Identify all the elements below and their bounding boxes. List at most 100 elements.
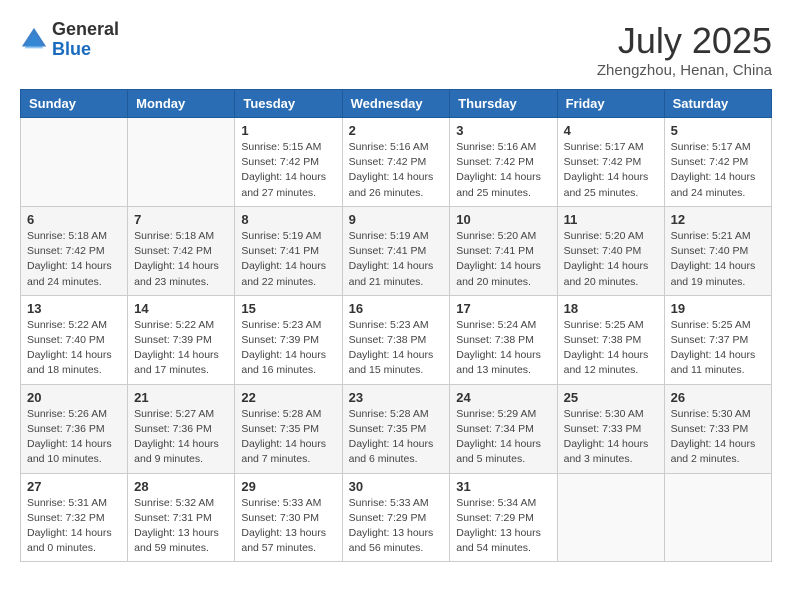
calendar-cell: 31Sunrise: 5:34 AMSunset: 7:29 PMDayligh… <box>450 473 557 562</box>
day-info: Sunrise: 5:17 AMSunset: 7:42 PMDaylight:… <box>564 140 658 201</box>
day-info: Sunrise: 5:28 AMSunset: 7:35 PMDaylight:… <box>241 407 335 468</box>
calendar-cell <box>21 118 128 207</box>
day-number: 5 <box>671 123 765 138</box>
day-info: Sunrise: 5:19 AMSunset: 7:41 PMDaylight:… <box>349 229 444 290</box>
day-info: Sunrise: 5:15 AMSunset: 7:42 PMDaylight:… <box>241 140 335 201</box>
day-number: 4 <box>564 123 658 138</box>
calendar-cell: 29 Sunrise: 5:33 AMSunset: 7:30 PMDayligh… <box>235 473 342 562</box>
day-number: 10 <box>456 212 550 227</box>
weekday-header-row: SundayMondayTuesdayWednesdayThursdayFrid… <box>21 90 772 118</box>
day-number: 22 <box>241 390 335 405</box>
calendar-cell: 24Sunrise: 5:29 AMSunset: 7:34 PMDayligh… <box>450 384 557 473</box>
calendar-cell: 27 Sunrise: 5:31 AMSunset: 7:32 PMDayligh… <box>21 473 128 562</box>
calendar-cell: 23 Sunrise: 5:28 AMSunset: 7:35 PMDayligh… <box>342 384 450 473</box>
day-number: 13 <box>27 301 121 316</box>
calendar-cell: 18 Sunrise: 5:25 AMSunset: 7:38 PMDayligh… <box>557 295 664 384</box>
logo-blue-text: Blue <box>52 40 119 60</box>
day-info: Sunrise: 5:28 AMSunset: 7:35 PMDaylight:… <box>349 407 444 468</box>
calendar-cell: 21Sunrise: 5:27 AMSunset: 7:36 PMDayligh… <box>128 384 235 473</box>
day-info: Sunrise: 5:33 AMSunset: 7:30 PMDaylight:… <box>241 496 335 557</box>
day-number: 23 <box>349 390 444 405</box>
calendar-cell: 2 Sunrise: 5:16 AMSunset: 7:42 PMDaylight… <box>342 118 450 207</box>
title-block: July 2025 Zhengzhou, Henan, China <box>597 20 772 79</box>
calendar-cell: 4 Sunrise: 5:17 AMSunset: 7:42 PMDaylight… <box>557 118 664 207</box>
day-info: Sunrise: 5:31 AMSunset: 7:32 PMDaylight:… <box>27 496 121 557</box>
week-row-3: 13 Sunrise: 5:22 AMSunset: 7:40 PMDayligh… <box>21 295 772 384</box>
calendar-cell: 8 Sunrise: 5:19 AMSunset: 7:41 PMDaylight… <box>235 206 342 295</box>
day-info: Sunrise: 5:30 AMSunset: 7:33 PMDaylight:… <box>564 407 658 468</box>
calendar-cell: 3Sunrise: 5:16 AMSunset: 7:42 PMDaylight… <box>450 118 557 207</box>
day-number: 3 <box>456 123 550 138</box>
day-info: Sunrise: 5:24 AMSunset: 7:38 PMDaylight:… <box>456 318 550 379</box>
calendar-cell: 16 Sunrise: 5:23 AMSunset: 7:38 PMDayligh… <box>342 295 450 384</box>
calendar-cell <box>128 118 235 207</box>
day-info: Sunrise: 5:18 AMSunset: 7:42 PMDaylight:… <box>27 229 121 290</box>
day-info: Sunrise: 5:20 AMSunset: 7:40 PMDaylight:… <box>564 229 658 290</box>
day-number: 28 <box>134 479 228 494</box>
day-info: Sunrise: 5:23 AMSunset: 7:39 PMDaylight:… <box>241 318 335 379</box>
calendar-cell: 20Sunrise: 5:26 AMSunset: 7:36 PMDayligh… <box>21 384 128 473</box>
day-info: Sunrise: 5:30 AMSunset: 7:33 PMDaylight:… <box>671 407 765 468</box>
month-title: July 2025 <box>597 20 772 62</box>
calendar-cell: 25 Sunrise: 5:30 AMSunset: 7:33 PMDayligh… <box>557 384 664 473</box>
calendar-table: SundayMondayTuesdayWednesdayThursdayFrid… <box>20 89 772 562</box>
day-info: Sunrise: 5:21 AMSunset: 7:40 PMDaylight:… <box>671 229 765 290</box>
day-number: 31 <box>456 479 550 494</box>
logo: General Blue <box>20 20 119 60</box>
day-info: Sunrise: 5:22 AMSunset: 7:40 PMDaylight:… <box>27 318 121 379</box>
day-info: Sunrise: 5:32 AMSunset: 7:31 PMDaylight:… <box>134 496 228 557</box>
calendar-cell: 1 Sunrise: 5:15 AMSunset: 7:42 PMDaylight… <box>235 118 342 207</box>
week-row-2: 6 Sunrise: 5:18 AMSunset: 7:42 PMDaylight… <box>21 206 772 295</box>
calendar-cell: 13 Sunrise: 5:22 AMSunset: 7:40 PMDayligh… <box>21 295 128 384</box>
day-info: Sunrise: 5:16 AMSunset: 7:42 PMDaylight:… <box>349 140 444 201</box>
day-number: 16 <box>349 301 444 316</box>
day-info: Sunrise: 5:29 AMSunset: 7:34 PMDaylight:… <box>456 407 550 468</box>
weekday-header-saturday: Saturday <box>664 90 771 118</box>
day-info: Sunrise: 5:19 AMSunset: 7:41 PMDaylight:… <box>241 229 335 290</box>
calendar-cell: 19 Sunrise: 5:25 AMSunset: 7:37 PMDayligh… <box>664 295 771 384</box>
day-number: 18 <box>564 301 658 316</box>
day-number: 12 <box>671 212 765 227</box>
day-info: Sunrise: 5:25 AMSunset: 7:37 PMDaylight:… <box>671 318 765 379</box>
logo-icon <box>20 26 48 54</box>
weekday-header-tuesday: Tuesday <box>235 90 342 118</box>
calendar-cell: 22 Sunrise: 5:28 AMSunset: 7:35 PMDayligh… <box>235 384 342 473</box>
calendar-cell: 9Sunrise: 5:19 AMSunset: 7:41 PMDaylight… <box>342 206 450 295</box>
calendar-cell: 11 Sunrise: 5:20 AMSunset: 7:40 PMDayligh… <box>557 206 664 295</box>
day-number: 15 <box>241 301 335 316</box>
day-number: 1 <box>241 123 335 138</box>
day-number: 29 <box>241 479 335 494</box>
calendar-cell: 12 Sunrise: 5:21 AMSunset: 7:40 PMDayligh… <box>664 206 771 295</box>
day-number: 27 <box>27 479 121 494</box>
day-number: 20 <box>27 390 121 405</box>
calendar-cell: 5Sunrise: 5:17 AMSunset: 7:42 PMDaylight… <box>664 118 771 207</box>
day-number: 21 <box>134 390 228 405</box>
day-number: 6 <box>27 212 121 227</box>
day-number: 2 <box>349 123 444 138</box>
calendar-cell: 10 Sunrise: 5:20 AMSunset: 7:41 PMDayligh… <box>450 206 557 295</box>
day-number: 25 <box>564 390 658 405</box>
weekday-header-friday: Friday <box>557 90 664 118</box>
day-number: 11 <box>564 212 658 227</box>
day-number: 19 <box>671 301 765 316</box>
day-info: Sunrise: 5:20 AMSunset: 7:41 PMDaylight:… <box>456 229 550 290</box>
page-header: General Blue July 2025 Zhengzhou, Henan,… <box>20 20 772 79</box>
day-number: 7 <box>134 212 228 227</box>
calendar-cell: 28 Sunrise: 5:32 AMSunset: 7:31 PMDayligh… <box>128 473 235 562</box>
calendar-cell: 26 Sunrise: 5:30 AMSunset: 7:33 PMDayligh… <box>664 384 771 473</box>
day-info: Sunrise: 5:23 AMSunset: 7:38 PMDaylight:… <box>349 318 444 379</box>
week-row-4: 20Sunrise: 5:26 AMSunset: 7:36 PMDayligh… <box>21 384 772 473</box>
week-row-1: 1 Sunrise: 5:15 AMSunset: 7:42 PMDaylight… <box>21 118 772 207</box>
weekday-header-thursday: Thursday <box>450 90 557 118</box>
day-number: 17 <box>456 301 550 316</box>
location-text: Zhengzhou, Henan, China <box>597 62 772 79</box>
day-number: 30 <box>349 479 444 494</box>
logo-general-text: General <box>52 20 119 40</box>
day-info: Sunrise: 5:22 AMSunset: 7:39 PMDaylight:… <box>134 318 228 379</box>
weekday-header-sunday: Sunday <box>21 90 128 118</box>
day-info: Sunrise: 5:25 AMSunset: 7:38 PMDaylight:… <box>564 318 658 379</box>
day-number: 8 <box>241 212 335 227</box>
day-number: 26 <box>671 390 765 405</box>
weekday-header-wednesday: Wednesday <box>342 90 450 118</box>
day-number: 14 <box>134 301 228 316</box>
